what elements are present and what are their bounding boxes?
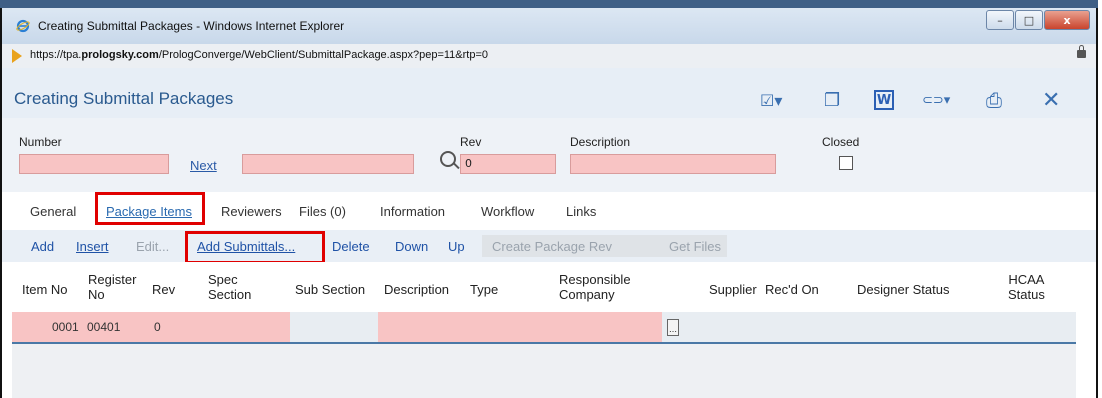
cell-rev[interactable]: 0: [154, 320, 161, 334]
column-header-sub-section[interactable]: Sub Section: [295, 282, 365, 297]
column-header-responsible-company[interactable]: Responsible Company: [559, 272, 631, 302]
column-header-item-no[interactable]: Item No: [22, 282, 68, 297]
link-icon[interactable]: ⊂⊃▾: [922, 89, 950, 111]
window-title: Creating Submittal Packages - Windows In…: [38, 19, 345, 33]
highlight-add-submittals: [185, 231, 325, 264]
closed-label: Closed: [822, 135, 860, 149]
tab-general[interactable]: General: [30, 204, 76, 219]
number-field[interactable]: [19, 154, 169, 174]
maximize-button[interactable]: □: [1015, 10, 1043, 30]
close-window-button[interactable]: x: [1044, 10, 1090, 30]
column-header-supplier[interactable]: Supplier: [709, 282, 757, 297]
lock-icon[interactable]: [1077, 45, 1086, 58]
column-header-spec-section[interactable]: Spec Section: [208, 272, 251, 302]
address-bar[interactable]: https://tpa.prologsky.com/PrologConverge…: [2, 44, 1096, 69]
background-strip: [0, 0, 1098, 8]
add-button[interactable]: Add: [31, 239, 54, 254]
highlight-package-items: [95, 192, 205, 225]
url-path: /PrologConverge/WebClient/SubmittalPacka…: [158, 49, 488, 61]
minimize-button[interactable]: –: [986, 10, 1014, 30]
internet-explorer-icon: [16, 19, 30, 33]
column-header-recd-on[interactable]: Rec'd On: [765, 282, 819, 297]
column-header-designer-status[interactable]: Designer Status: [857, 282, 950, 297]
description-label: Description: [570, 135, 631, 149]
grid-empty-area: [12, 344, 1076, 398]
address-url[interactable]: https://tpa.prologsky.com/PrologConverge…: [30, 49, 488, 61]
url-domain: prologsky.com: [81, 49, 159, 61]
number-suffix-field[interactable]: [242, 154, 414, 174]
responsible-company-line1: Responsible: [559, 272, 631, 287]
tab-files[interactable]: Files (0): [299, 204, 346, 219]
down-button[interactable]: Down: [395, 239, 428, 254]
tab-reviewers[interactable]: Reviewers: [221, 204, 282, 219]
hcaa-status-line1: HCAA: [1008, 272, 1045, 287]
description-field[interactable]: [570, 154, 776, 174]
copy-icon[interactable]: ❐: [824, 89, 840, 111]
table-row[interactable]: 0001 00401 0 …: [12, 312, 1076, 344]
spec-section-line1: Spec: [208, 272, 238, 287]
next-link[interactable]: Next: [190, 158, 217, 173]
page-arrow-icon: [12, 49, 22, 63]
tab-workflow[interactable]: Workflow: [481, 204, 534, 219]
column-header-hcaa-status[interactable]: HCAA Status: [1008, 272, 1045, 302]
word-icon: W: [874, 90, 894, 110]
cell-item-no[interactable]: 0001: [52, 320, 79, 334]
closed-checkbox[interactable]: [839, 156, 853, 170]
checkout-icon[interactable]: ☑▾: [760, 89, 782, 111]
number-label: Number: [19, 135, 62, 149]
rev-field[interactable]: 0: [460, 154, 556, 174]
hcaa-status-line2: Status: [1008, 287, 1045, 302]
app-header: Creating Submittal Packages ☑▾ ❐ W ⊂⊃▾ ⎙…: [2, 82, 1096, 118]
create-package-rev-button[interactable]: Create Package Rev: [492, 239, 612, 254]
page-title: Creating Submittal Packages: [14, 89, 234, 108]
register-no-line1: Register: [88, 272, 137, 287]
cell-register-no[interactable]: 00401: [87, 320, 120, 334]
print-icon[interactable]: ⎙: [986, 88, 1002, 112]
header-form: Number Next Rev 0 Description Closed: [2, 118, 1096, 192]
register-no-line2: No: [88, 287, 105, 302]
rev-label: Rev: [460, 135, 482, 149]
column-header-description[interactable]: Description: [384, 282, 449, 297]
search-icon[interactable]: [440, 151, 456, 167]
delete-button[interactable]: Delete: [332, 239, 370, 254]
window-controls: – □ x: [985, 10, 1090, 30]
ellipsis-picker-icon[interactable]: …: [667, 319, 679, 336]
word-export-button[interactable]: W: [874, 89, 894, 111]
column-header-rev[interactable]: Rev: [152, 282, 175, 297]
responsible-company-line2: Company: [559, 287, 615, 302]
close-icon[interactable]: ✕: [1042, 88, 1060, 113]
get-files-button[interactable]: Get Files: [669, 239, 721, 254]
tab-links[interactable]: Links: [566, 204, 596, 219]
spec-section-line2: Section: [208, 287, 252, 302]
grid-header: Item No Register No Rev Spec Section Sub S…: [2, 262, 1096, 310]
window-titlebar: Creating Submittal Packages - Windows In…: [2, 8, 1096, 44]
app-header-spacer: [2, 68, 1096, 82]
up-button[interactable]: Up: [448, 239, 465, 254]
insert-button[interactable]: Insert: [76, 239, 109, 254]
row-required-cells: [378, 312, 662, 342]
action-bar: Add Insert Edit... Add Submittals... Del…: [2, 230, 1096, 262]
tab-information[interactable]: Information: [380, 204, 445, 219]
column-header-register-no[interactable]: Register No: [88, 272, 136, 302]
url-prefix: https://tpa.: [30, 49, 82, 61]
column-header-type[interactable]: Type: [470, 282, 498, 297]
edit-button[interactable]: Edit...: [136, 239, 169, 254]
